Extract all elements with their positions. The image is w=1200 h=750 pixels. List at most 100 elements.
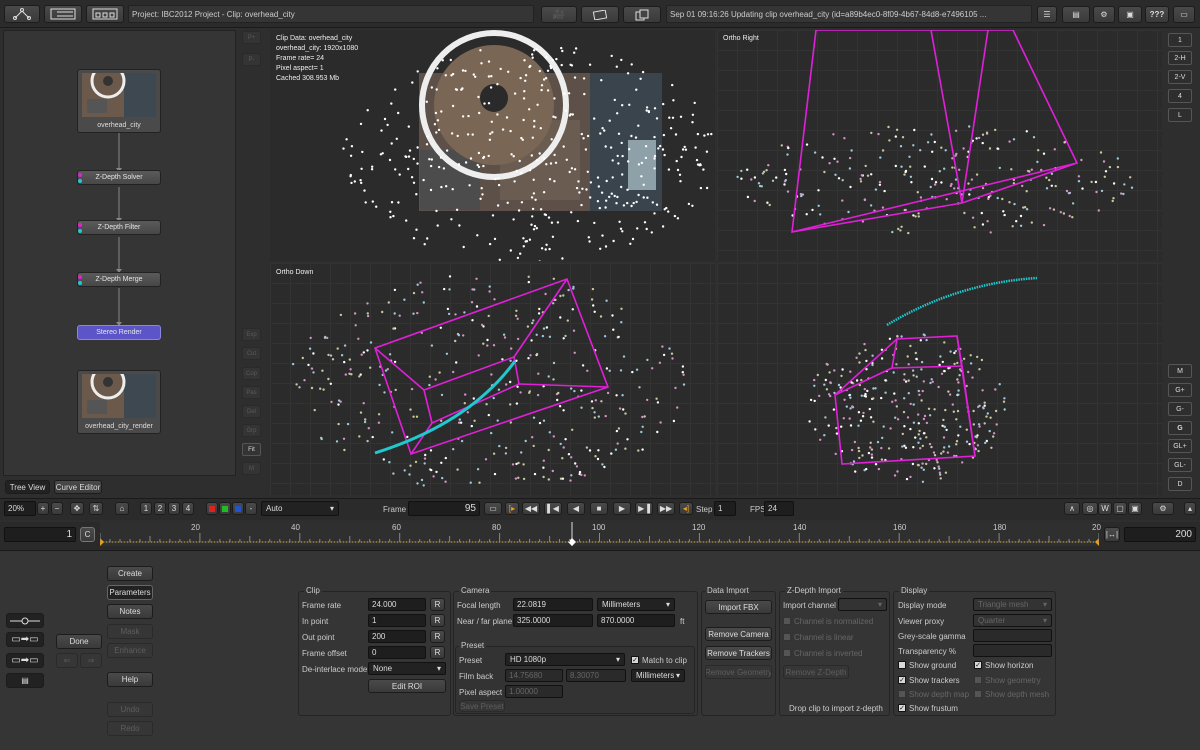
in-point-field[interactable]: 1 <box>368 614 426 627</box>
export-mode-button[interactable]: ▭➡▭ <box>6 653 44 668</box>
gl-settings-button[interactable]: ⚙ <box>1152 502 1174 515</box>
stop-button[interactable]: ■ <box>590 502 608 515</box>
show-depth-map-checkbox[interactable]: Show depth map <box>898 689 969 699</box>
redo-button[interactable]: Redo <box>107 721 153 736</box>
import-channel-select[interactable]: ▾ <box>838 598 887 611</box>
render-view-button[interactable]: ▣ <box>1128 502 1142 515</box>
show-depth-mesh-checkbox[interactable]: Show depth mesh <box>974 689 1049 699</box>
page-4-button[interactable]: 4 <box>182 502 194 515</box>
show-horizon-checkbox[interactable]: ✓ Show horizon <box>974 660 1033 670</box>
gl-gplus-button[interactable]: G+ <box>1168 383 1192 397</box>
stereo-button[interactable]: ⌂ <box>115 502 129 515</box>
gl-m-button[interactable]: M <box>1168 364 1192 378</box>
zoom-field[interactable]: 20% <box>4 501 36 516</box>
import-mode-button[interactable]: ▭➡▭ <box>6 632 44 647</box>
mask-button[interactable]: Mask <box>107 624 153 639</box>
show-frustum-checkbox[interactable]: ✓ Show frustum <box>898 703 958 713</box>
preview-plus-button[interactable]: P+ <box>242 31 261 44</box>
film-unit-select[interactable]: Millimeters ▾ <box>631 669 685 682</box>
list-view-button[interactable] <box>44 5 82 23</box>
out-point-reset-button[interactable]: R <box>430 630 445 643</box>
remove-geometry-button[interactable]: Remove Geometry <box>705 665 772 679</box>
channel-inverted-checkbox[interactable]: Channel is inverted <box>783 648 862 658</box>
remove-trackers-button[interactable]: Remove Trackers <box>705 646 772 660</box>
viewer-proxy-select[interactable]: Quarter ▾ <box>973 614 1052 627</box>
show-geometry-checkbox[interactable]: Show geometry <box>974 675 1041 685</box>
goto-start-button[interactable]: ◀◀ <box>522 502 540 515</box>
monitor-toggle-button[interactable]: ▭ <box>484 502 502 515</box>
show-trackers-checkbox[interactable]: ✓ Show trackers <box>898 675 960 685</box>
export-button[interactable]: Exp <box>242 328 261 341</box>
window-button[interactable]: ▭ <box>1173 6 1195 23</box>
blue-channel-button[interactable] <box>232 502 244 515</box>
flip-button[interactable]: ⇅ <box>89 502 103 515</box>
pan-button[interactable]: ✥ <box>70 502 84 515</box>
m-button[interactable]: M <box>242 462 261 475</box>
undo-button[interactable]: Undo <box>107 702 153 717</box>
channel-normalized-checkbox[interactable]: Channel is normalized <box>783 616 873 626</box>
frame-field[interactable]: 95 <box>408 501 480 516</box>
fps-field[interactable]: 24 <box>764 501 794 516</box>
zoom-in-button[interactable]: + <box>37 502 49 515</box>
goto-end-button[interactable]: ▶▶ <box>657 502 675 515</box>
clear-cache-button[interactable]: C <box>80 527 95 542</box>
curve-tool-button[interactable]: ∧ <box>1064 502 1080 515</box>
out-point-field[interactable]: 200 <box>368 630 426 643</box>
help-panel-button[interactable]: Help <box>107 672 153 687</box>
copy-node-button[interactable]: Cop <box>242 367 261 380</box>
step-back-button[interactable]: ▌◀ <box>544 502 562 515</box>
log-button[interactable]: ☰ <box>1037 6 1057 23</box>
preview-minus-button[interactable]: P- <box>242 53 261 66</box>
green-channel-button[interactable] <box>219 502 231 515</box>
timeline-ruler[interactable]: 20 40 60 80 100 120 140 160 180 20 <box>99 522 1101 546</box>
layout-view-button[interactable] <box>86 5 124 23</box>
camera-button[interactable]: 🎥 <box>541 6 577 23</box>
gl-d-button[interactable]: D <box>1168 477 1192 491</box>
loop-start-button[interactable]: [▸ <box>505 502 519 515</box>
view-l-button[interactable]: L <box>1168 108 1192 122</box>
focal-unit-select[interactable]: Millimeters ▾ <box>597 598 675 611</box>
copy-button[interactable] <box>623 6 661 23</box>
zdepth-solver-node[interactable]: Z-Depth Solver <box>77 170 161 185</box>
frame-rate-field[interactable]: 24.000 <box>368 598 426 611</box>
view-2v-button[interactable]: 2-V <box>1168 70 1192 84</box>
edit-roi-button[interactable]: Edit ROI <box>368 679 446 693</box>
grey-gamma-field[interactable] <box>973 629 1052 642</box>
zdepth-filter-node[interactable]: Z-Depth Filter <box>77 220 161 235</box>
page-1-button[interactable]: 1 <box>140 502 152 515</box>
in-point-reset-button[interactable]: R <box>430 614 445 627</box>
delete-button[interactable]: Del <box>242 405 261 418</box>
ortho-right-viewport[interactable]: Ortho Right <box>717 30 1162 261</box>
match-clip-checkbox[interactable]: ✓ Match to clip <box>631 655 687 665</box>
fit-range-button[interactable]: |↔| <box>1104 527 1120 542</box>
alpha-channel-button[interactable]: - <box>245 502 257 515</box>
target-button[interactable]: ◎ <box>1082 502 1098 515</box>
done-button[interactable]: Done <box>56 634 102 649</box>
settings-button[interactable]: ⚙ <box>1093 6 1115 23</box>
loop-end-button[interactable]: ◂] <box>679 502 693 515</box>
node-tree-button[interactable] <box>4 5 40 23</box>
clip-viewport[interactable]: Clip Data: overhead_city overhead_city: … <box>270 30 715 261</box>
create-button[interactable]: Create <box>107 566 153 581</box>
help-button[interactable]: ??? <box>1145 6 1169 23</box>
transparency-field[interactable] <box>973 644 1052 657</box>
tab-tree-view[interactable]: Tree View <box>5 480 50 494</box>
red-channel-button[interactable] <box>206 502 218 515</box>
wire-button[interactable]: W <box>1098 502 1112 515</box>
notes-button[interactable]: Notes <box>107 604 153 619</box>
monitor-button[interactable]: ▤ <box>1062 6 1090 23</box>
view-4-button[interactable]: 4 <box>1168 89 1192 103</box>
remove-zdepth-button[interactable]: Remove Z-Depth <box>783 665 849 679</box>
step-forward-button[interactable]: ▶▐ <box>635 502 653 515</box>
view-1-button[interactable]: 1 <box>1168 33 1192 47</box>
zdepth-merge-node[interactable]: Z-Depth Merge <box>77 272 161 287</box>
channel-mode-select[interactable]: Auto ▾ <box>261 501 339 516</box>
paste-button[interactable]: Pas <box>242 386 261 399</box>
gl-gminus-button[interactable]: G- <box>1168 402 1192 416</box>
frame-view-button[interactable]: ▢ <box>1113 502 1127 515</box>
output-node[interactable]: overhead_city_render <box>77 370 161 434</box>
gl-plus-button[interactable]: GL+ <box>1168 439 1192 453</box>
pixel-aspect-field[interactable]: 1.00000 <box>505 685 563 698</box>
page-2-button[interactable]: 2 <box>154 502 166 515</box>
gl-minus-button[interactable]: GL- <box>1168 458 1192 472</box>
